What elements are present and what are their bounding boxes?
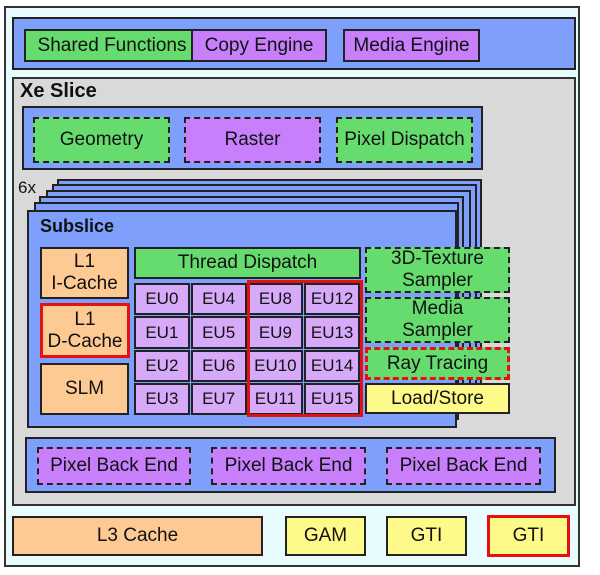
l1-dcache-block: L1 D-Cache	[40, 303, 130, 358]
pixel-back-end-block: Pixel Back End	[37, 447, 191, 485]
subslice-title: Subslice	[40, 216, 115, 236]
geometry-block: Geometry	[33, 117, 170, 163]
gti-highlighted-block: GTI	[487, 515, 570, 557]
shared-functions-block: Shared Functions	[24, 29, 200, 62]
eu-block: EU2	[134, 349, 190, 382]
l3-cache-block: L3 Cache	[12, 516, 263, 556]
eu-block: EU6	[190, 349, 247, 382]
slm-block: SLM	[40, 363, 129, 415]
l1-icache-block: L1 I-Cache	[40, 247, 129, 299]
eu-highlight-frame	[247, 280, 363, 417]
eu-block: EU0	[134, 283, 190, 316]
media-engine-block: Media Engine	[343, 29, 480, 62]
pixel-back-end-block: Pixel Back End	[211, 447, 366, 485]
load-store-block: Load/Store	[365, 383, 510, 414]
gam-block: GAM	[285, 516, 366, 556]
texture-sampler-block: 3D-Texture Sampler	[365, 247, 510, 293]
thread-dispatch-block: Thread Dispatch	[134, 247, 361, 279]
ray-tracing-block: Ray Tracing	[365, 347, 510, 380]
subslice-count-label: 6x	[18, 178, 36, 197]
eu-block: EU3	[134, 382, 190, 415]
eu-block: EU7	[190, 382, 247, 415]
raster-block: Raster	[184, 117, 321, 163]
gti-block: GTI	[386, 516, 467, 556]
pixel-back-end-block: Pixel Back End	[386, 447, 541, 485]
media-sampler-block: Media Sampler	[365, 297, 510, 343]
copy-engine-block: Copy Engine	[191, 29, 327, 62]
eu-block: EU5	[190, 316, 247, 349]
xe-slice-title: Xe Slice	[20, 80, 97, 102]
pixel-dispatch-block: Pixel Dispatch	[336, 117, 473, 163]
eu-block: EU1	[134, 316, 190, 349]
eu-block: EU4	[190, 283, 247, 316]
